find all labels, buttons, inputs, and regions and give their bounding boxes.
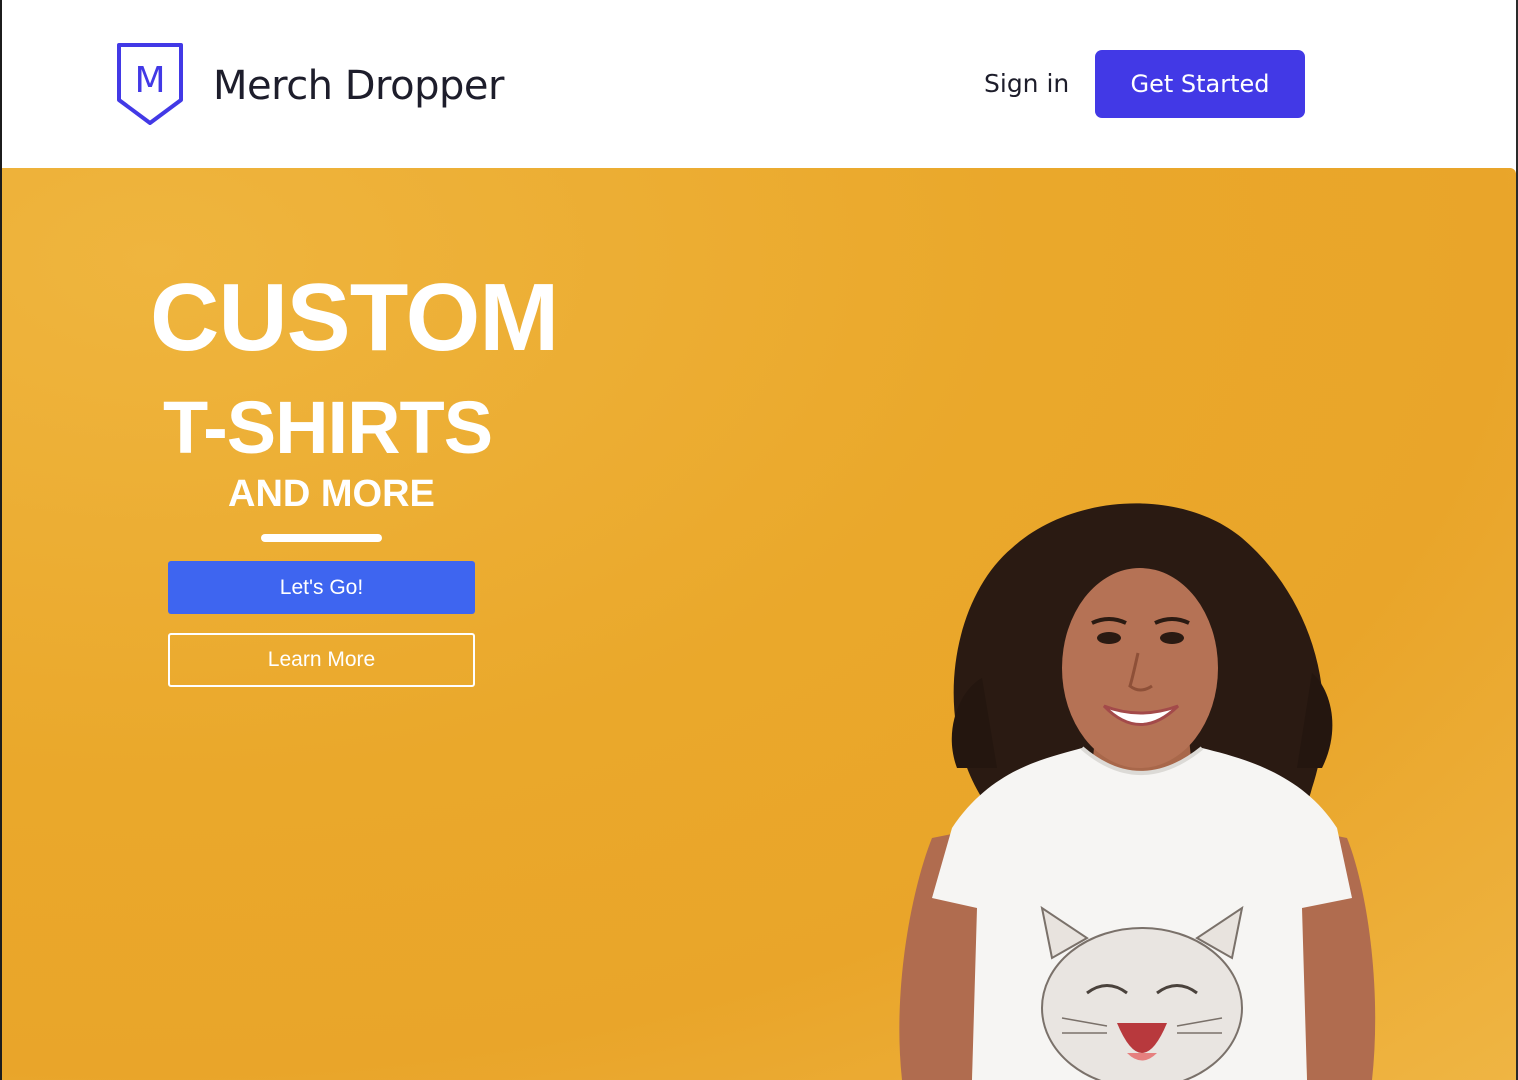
hero-divider	[261, 534, 382, 542]
hero-model-photo	[782, 468, 1422, 1080]
learn-more-button[interactable]: Learn More	[168, 633, 475, 687]
brand-name[interactable]: Merch Dropper	[213, 60, 504, 112]
get-started-button[interactable]: Get Started	[1095, 50, 1305, 118]
hero-section: CUSTOM T-SHIRTS AND MORE Let's Go! Learn…	[2, 168, 1516, 1080]
cat-graphic	[1040, 905, 1244, 1080]
hero-headline-custom: CUSTOM	[150, 264, 559, 371]
sign-in-link[interactable]: Sign in	[984, 68, 1069, 100]
logo-letter: M	[134, 60, 165, 101]
site-header: M Merch Dropper Sign in Get Started	[2, 0, 1516, 168]
lets-go-button[interactable]: Let's Go!	[168, 561, 475, 614]
hero-headline-tshirts: T-SHIRTS	[163, 386, 493, 469]
hero-headline-and-more: AND MORE	[228, 473, 435, 515]
shield-logo-icon[interactable]: M	[116, 42, 184, 126]
